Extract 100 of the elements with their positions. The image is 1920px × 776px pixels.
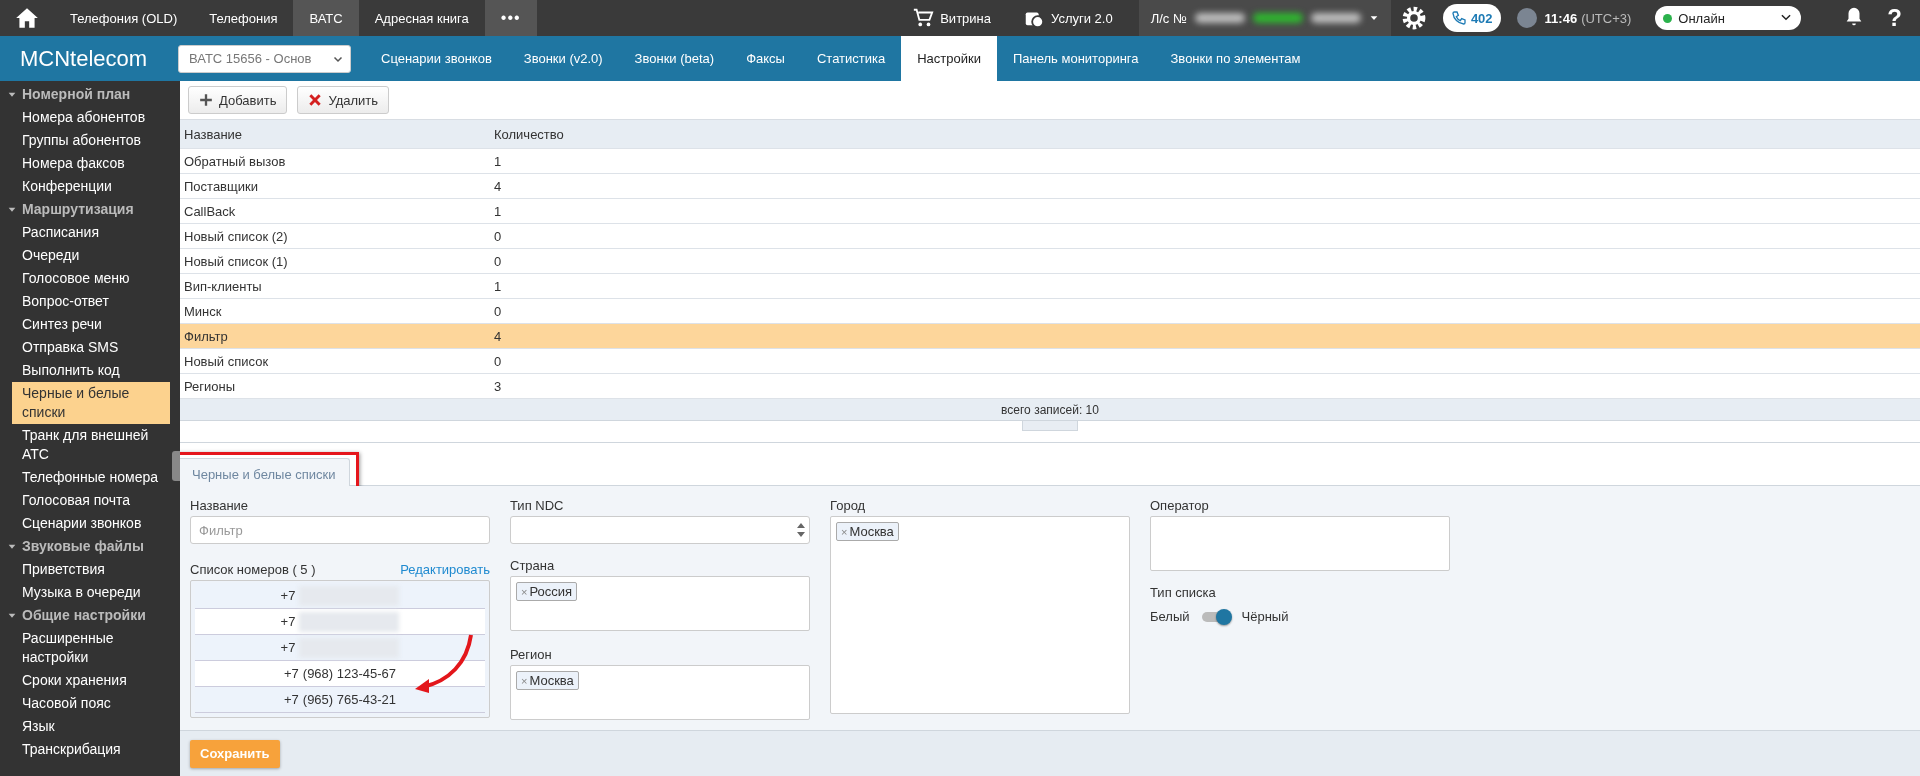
calls-badge[interactable]: 402 — [1442, 4, 1501, 32]
sidebar-item[interactable]: Расписания — [12, 221, 170, 244]
table-cell-text: 0 — [493, 253, 503, 269]
number-row[interactable]: +7 — [195, 635, 485, 661]
column-header[interactable]: Название — [180, 126, 490, 142]
number-row[interactable]: +7 (968) 123-45-67 — [195, 661, 485, 687]
sidebar-item[interactable]: Язык — [12, 715, 170, 738]
sidebar-item[interactable]: Сроки хранения — [12, 669, 170, 692]
selected-tag[interactable]: ×Москва — [516, 671, 579, 690]
timezone-label: (UTC+3) — [1581, 10, 1632, 26]
nav-tab[interactable]: Настройки — [901, 36, 997, 81]
sidebar-item[interactable]: Черные и белые списки — [12, 382, 170, 424]
table-cell-text: Поставщики — [183, 178, 259, 194]
sidebar-item[interactable]: Сценарии звонков — [12, 512, 170, 535]
list-type-switch[interactable] — [1201, 611, 1230, 622]
nav-tab[interactable]: Звонки (v2.0) — [507, 36, 619, 81]
top-menu-item[interactable]: Адресная книга — [358, 0, 485, 36]
field-label: Страна — [510, 558, 556, 573]
add-button[interactable]: Добавить — [188, 86, 288, 114]
sidebar-item[interactable]: Номера факсов — [12, 152, 170, 175]
caret-icon — [8, 205, 16, 214]
plus-icon — [199, 93, 213, 107]
sidebar-item[interactable]: Синтез речи — [12, 313, 170, 336]
table-cell-text: 0 — [493, 228, 503, 244]
table-cell-text: 1 — [493, 278, 503, 294]
field-label: Город — [830, 498, 867, 513]
table-cell-text: Обратный вызов — [183, 153, 287, 169]
sidebar-item[interactable]: Телефонные номера — [12, 466, 170, 489]
top-menu-item[interactable]: Телефония — [193, 0, 294, 36]
showcase-link[interactable]: Витрина — [896, 7, 1007, 29]
field-label: Тип NDC — [510, 498, 565, 513]
sidebar-item[interactable]: Конференции — [12, 175, 170, 198]
switch-label: Чёрный — [1241, 609, 1289, 624]
clock-time: 11:46 — [1544, 10, 1578, 26]
nav-tab[interactable]: Сценарии звонков — [365, 36, 508, 81]
spinner-arrows-icon — [796, 521, 806, 539]
nav-tab[interactable]: Панель мониторинга — [997, 36, 1155, 81]
ndc-type-field[interactable] — [510, 516, 810, 544]
selected-tag[interactable]: ×Москва — [836, 522, 899, 541]
sidebar-item[interactable]: Выполнить код — [12, 359, 170, 382]
nav-tab[interactable]: Звонки по элементам — [1154, 36, 1317, 81]
sidebar-item[interactable]: Отправка SMS — [12, 336, 170, 359]
sidebar-item[interactable]: Номера абонентов — [12, 106, 170, 129]
sidebar-item[interactable]: Приветствия — [12, 558, 170, 581]
table-cell-text: 0 — [493, 303, 503, 319]
sidebar-group[interactable]: Общие настройки — [0, 604, 180, 627]
collapse-handle[interactable] — [172, 451, 180, 481]
multi-select-field[interactable]: ×Москва — [510, 665, 810, 720]
field-label: Тип списка — [1150, 585, 1217, 600]
number-row[interactable]: +7 — [195, 583, 485, 609]
sidebar-item[interactable]: Голосовая почта — [12, 489, 170, 512]
sidebar-item[interactable]: Группы абонентов — [12, 129, 170, 152]
account-dropdown[interactable]: Л/с № — [1138, 0, 1391, 36]
nav-tab[interactable]: Звонки (beta) — [618, 36, 731, 81]
table-cell-text: Регионы — [183, 378, 237, 394]
sidebar-item[interactable]: Расширенные настройки — [12, 627, 170, 669]
selected-tag[interactable]: ×Россия — [516, 582, 578, 601]
avatar[interactable] — [1516, 8, 1537, 28]
top-menu-item[interactable]: ВАТС — [293, 0, 359, 36]
table-cell-text: 1 — [493, 153, 503, 169]
help-button[interactable]: ? — [1887, 4, 1902, 32]
multi-select-field[interactable]: ×Россия — [510, 576, 810, 631]
sidebar-item[interactable]: Транк для внешней АТС — [12, 424, 170, 466]
splitter-handle[interactable] — [1022, 421, 1078, 431]
top-menu-item[interactable]: Телефония (OLD) — [54, 0, 194, 36]
table-cell-text: 4 — [493, 178, 503, 194]
more-button[interactable]: ••• — [484, 0, 537, 36]
name-field[interactable]: Фильтр — [190, 516, 490, 544]
table-cell-text: CallBack — [183, 203, 237, 219]
delete-button[interactable]: Удалить — [297, 86, 390, 114]
switch-label: Белый — [1150, 609, 1190, 624]
table-cell-text: Фильтр — [183, 328, 229, 344]
sidebar-group[interactable]: Звуковые файлы — [0, 535, 180, 558]
multi-select-field[interactable]: ×Москва — [830, 516, 1130, 714]
nav-tab[interactable]: Факсы — [730, 36, 801, 81]
table-row[interactable]: Фильтр 4 — [180, 324, 1920, 349]
sidebar-group[interactable]: Номерной план — [0, 83, 180, 106]
operator-field[interactable] — [1150, 516, 1450, 571]
nav-tab[interactable]: Статистика — [800, 36, 902, 81]
field-label: Оператор — [1150, 498, 1210, 513]
sidebar-item[interactable]: Голосовое меню — [12, 267, 170, 290]
settings-icon — [1400, 5, 1427, 31]
sidebar-item[interactable]: Часовой пояс — [12, 692, 170, 715]
field-label: Список номеров ( 5 ) — [190, 562, 316, 577]
sidebar-group[interactable]: Маршрутизация — [0, 198, 180, 221]
table-cell-text: 3 — [493, 378, 503, 394]
sidebar-item[interactable]: Вопрос-ответ — [12, 290, 170, 313]
sidebar-item[interactable]: Музыка в очереди — [12, 581, 170, 604]
caret-icon — [8, 90, 16, 99]
edit-link[interactable]: Редактировать — [400, 562, 490, 577]
sidebar-item[interactable]: Транскрибация — [12, 738, 170, 761]
services-link[interactable]: Услуги 2.0 — [1007, 7, 1129, 29]
table-cell-text: 0 — [493, 353, 503, 369]
pbx-select[interactable]: ВАТС 15656 - Основ — [178, 44, 351, 73]
column-header[interactable]: Количество — [490, 126, 1920, 142]
status-select[interactable]: Онлайн — [1655, 6, 1802, 30]
table-cell-text: Минск — [183, 303, 223, 319]
logo[interactable]: MCNtelecom — [0, 36, 180, 81]
number-row[interactable]: +7 — [195, 609, 485, 635]
sidebar-item[interactable]: Очереди — [12, 244, 170, 267]
